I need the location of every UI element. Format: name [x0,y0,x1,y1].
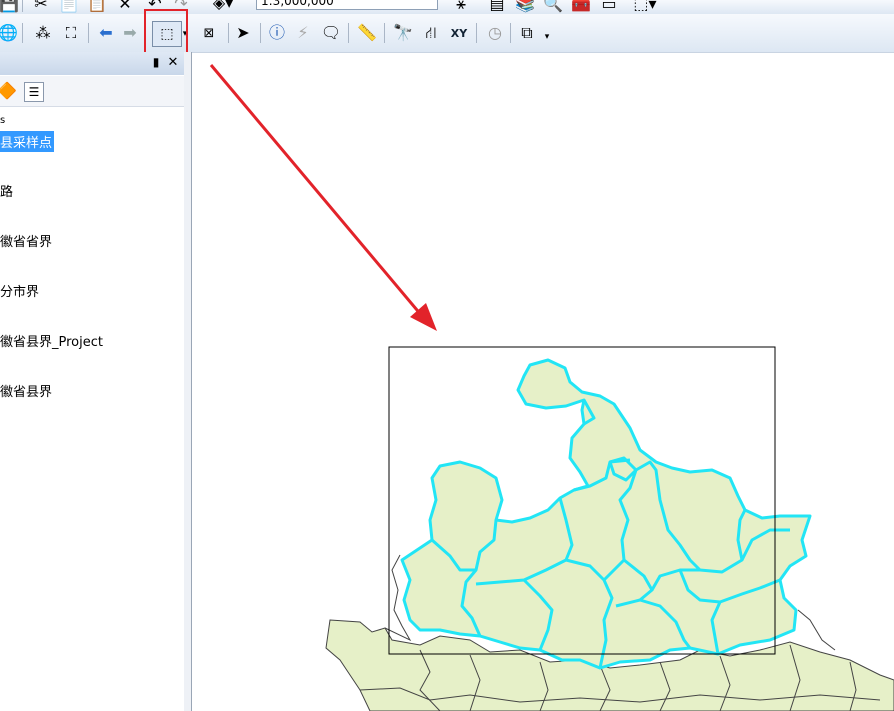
toc-toolbar: 🔶 ☰ [0,76,186,107]
list-by-selection-icon[interactable]: 🔶 [0,82,17,100]
fixed-zoom-in-icon[interactable]: ⁂ [32,24,54,42]
toolbar-separator [22,0,23,12]
select-elements-icon[interactable]: ➤ [234,24,252,42]
toc-header: ▮ ✕ [0,52,186,75]
clear-selection-icon[interactable]: ⊠ [200,24,218,42]
map-scale-input[interactable]: 1:3,000,000 [256,0,438,10]
toolbar-separator [348,23,349,43]
map-canvas[interactable] [192,53,894,711]
hyperlink-icon[interactable]: ⚡ [294,24,312,42]
forward-icon[interactable]: ➡ [120,24,140,42]
toolbar-separator [228,23,229,43]
layer-item[interactable]: 路 [0,181,13,200]
annotation-arrow [209,64,437,331]
toolbar-separator [510,23,511,43]
search-icon[interactable]: 🔍 [543,0,563,12]
identify-icon[interactable]: ⓘ [268,24,286,42]
layer-group-header: s [0,115,6,126]
toolbar-separator [260,23,261,43]
standard-toolbar: 💾 ✂ 📄 📋 ✕ ↶ ↷ ◈▾ 1:3,000,000 ⚹ ▤ 📚 🔍 🧰 ▭… [0,0,894,14]
table-icon[interactable]: ▤ [488,0,506,12]
layer-item[interactable]: 徽省省界 [0,231,52,250]
layer-item[interactable]: 徽省县界 [0,381,52,400]
html-popup-icon[interactable]: 🗨 [321,24,341,42]
toolbar-separator [88,23,89,43]
delete-icon[interactable]: ✕ [116,0,134,12]
toolbar-separator [22,23,23,43]
measure-icon[interactable]: 📏 [356,24,378,42]
options-icon[interactable]: ☰ [24,82,44,102]
layer-item[interactable]: 徽省县界_Project [0,331,103,350]
time-slider-icon[interactable]: ◷ [484,24,506,42]
pin-icon[interactable]: ▮ [150,54,162,70]
globe-icon[interactable]: 🌐 [0,24,18,42]
toolbox-icon[interactable]: 🧰 [571,0,591,12]
layer-item[interactable]: 县采样点 [0,131,55,152]
editor-icon[interactable]: ⚹ [452,0,470,12]
create-viewer-icon[interactable]: ⧉ [516,24,538,42]
find-icon[interactable]: 🔭 [392,24,414,42]
cut-icon[interactable]: ✂ [32,0,50,12]
toolbar-options-icon[interactable]: ▾ [542,28,552,46]
layer-item[interactable]: 分市界 [0,281,39,300]
map-view[interactable] [192,53,894,711]
fixed-zoom-out-icon[interactable]: ⛶ [60,24,82,42]
add-data-icon[interactable]: ◈▾ [208,0,238,12]
save-icon[interactable]: 💾 [0,0,19,12]
panel-divider[interactable] [184,52,192,711]
catalog-icon[interactable]: 📚 [515,0,535,12]
python-icon[interactable]: ▭ [600,0,618,12]
table-of-contents: ▮ ✕ 🔶 ☰ s 县采样点路徽省省界分市界徽省县界_Project 徽省县界 [0,52,190,711]
go-to-xy-icon[interactable]: XY [448,22,470,44]
tools-toolbar: 🌐 ⁂ ⛶ ⬅ ➡ ⬚ ▾ ⊠ ➤ ⓘ ⚡ 🗨 📏 🔭 ⛙ XY ◷ ⧉ ▾ [0,14,894,53]
model-icon[interactable]: ⬚▾ [630,0,660,12]
toolbar-separator [384,23,385,43]
toolbar-separator [476,23,477,43]
back-icon[interactable]: ⬅ [96,24,116,42]
copy-icon[interactable]: 📄 [59,0,79,12]
paste-icon[interactable]: 📋 [87,0,107,12]
layer-list: s 县采样点路徽省省界分市界徽省县界_Project 徽省县界 [0,109,185,711]
find-route-icon[interactable]: ⛙ [420,24,442,42]
selected-counties[interactable] [400,358,812,670]
close-icon[interactable]: ✕ [166,54,180,70]
